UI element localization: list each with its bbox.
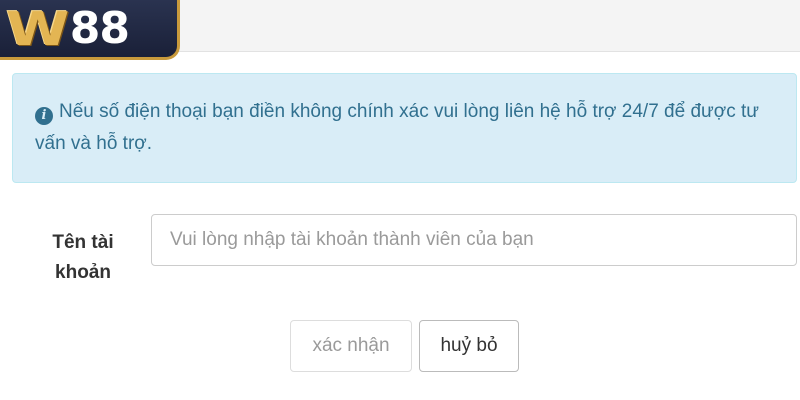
account-label-line1: Tên tài (52, 232, 114, 253)
alert-text: Nếu số điện thoại bạn điền không chính x… (35, 101, 759, 154)
logo-letter: W (6, 1, 69, 56)
account-label-line2: khoản (55, 262, 111, 283)
w88-logo[interactable]: W 88 (0, 0, 180, 60)
page: W 88 i Nếu số điện thoại bạn điền không c… (0, 0, 800, 400)
cancel-button[interactable]: huỷ bỏ (419, 320, 519, 372)
account-input[interactable] (151, 214, 797, 266)
account-label: Tên tài khoản (28, 228, 138, 288)
info-alert: i Nếu số điện thoại bạn điền không chính … (12, 73, 797, 183)
info-circle-icon: i (35, 107, 53, 125)
logo-number: 88 (69, 2, 130, 54)
confirm-button[interactable]: xác nhận (290, 320, 412, 372)
top-bar: W 88 (0, 0, 800, 60)
